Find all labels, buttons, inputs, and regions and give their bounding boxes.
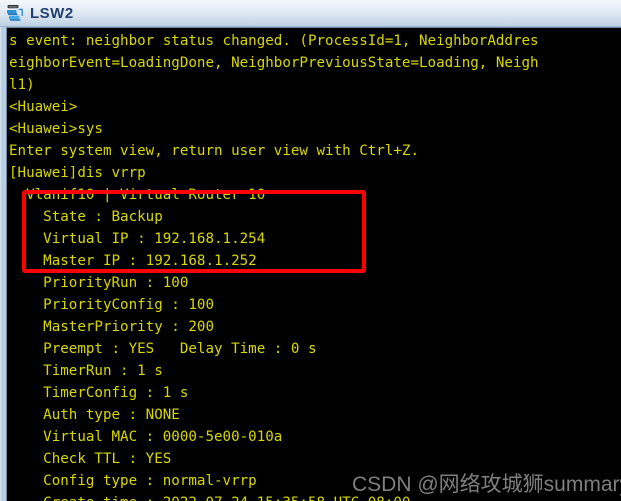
console-frame: s event: neighbor status changed. (Proce… bbox=[6, 27, 621, 501]
window-title: LSW2 bbox=[30, 4, 74, 22]
terminal-line: [Huawei]dis vrrp bbox=[9, 165, 146, 181]
terminal-line: eighborEvent=LoadingDone, NeighborPrevio… bbox=[9, 55, 539, 71]
terminal-line: Create time : 2022-07-24 15:35:58 UTC-08… bbox=[7, 492, 621, 501]
terminal-line: TimerRun : 1 s bbox=[9, 363, 163, 379]
terminal-line: Config type : normal-vrrp bbox=[9, 473, 257, 489]
terminal-line: <Huawei>sys bbox=[9, 121, 103, 137]
terminal-line: l1) bbox=[9, 77, 35, 93]
terminal-line: Auth type : NONE bbox=[9, 407, 180, 423]
terminal-line: Check TTL : YES bbox=[9, 451, 172, 467]
ensp-device-window: LSW2 s event: neighbor status changed. (… bbox=[0, 0, 621, 501]
terminal-line: PriorityRun : 100 bbox=[9, 275, 189, 291]
terminal-line: State : Backup bbox=[9, 209, 163, 225]
terminal-line: TimerConfig : 1 s bbox=[9, 385, 189, 401]
terminal-line: Virtual IP : 192.168.1.254 bbox=[9, 231, 266, 247]
window-frame: s event: neighbor status changed. (Proce… bbox=[0, 27, 621, 501]
terminal-line: PriorityConfig : 100 bbox=[9, 297, 214, 313]
window-left-bevel bbox=[0, 27, 3, 501]
terminal-line: s event: neighbor status changed. (Proce… bbox=[9, 33, 539, 49]
terminal-console[interactable]: s event: neighbor status changed. (Proce… bbox=[7, 28, 621, 501]
terminal-line: Enter system view, return user view with… bbox=[9, 143, 419, 159]
terminal-line: Preempt : YES Delay Time : 0 s bbox=[9, 341, 317, 357]
terminal-line: Master IP : 192.168.1.252 bbox=[9, 253, 257, 269]
switch-icon bbox=[7, 5, 23, 21]
window-titlebar[interactable]: LSW2 bbox=[0, 0, 621, 27]
terminal-line: <Huawei> bbox=[9, 99, 78, 115]
terminal-line: Virtual MAC : 0000-5e00-010a bbox=[9, 429, 283, 445]
terminal-line: Vlanif10 | Virtual Router 10 bbox=[9, 187, 266, 203]
terminal-line: MasterPriority : 200 bbox=[9, 319, 214, 335]
